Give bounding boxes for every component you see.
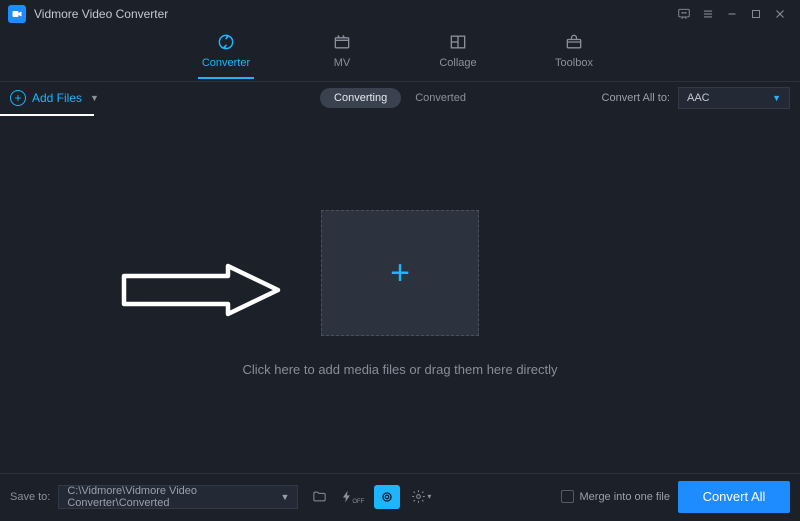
add-files-button[interactable]: + Add Files ▼ <box>10 90 99 106</box>
subtabs: Converting Converted <box>320 88 480 108</box>
chevron-down-icon: ▼ <box>90 93 99 103</box>
titlebar: Vidmore Video Converter <box>0 0 800 28</box>
high-speed-button[interactable] <box>374 485 400 509</box>
footer: Save to: C:\Vidmore\Vidmore Video Conver… <box>0 473 800 519</box>
main-canvas: + Click here to add media files or drag … <box>0 114 800 473</box>
subtab-converting[interactable]: Converting <box>320 88 401 108</box>
menu-button[interactable] <box>696 2 720 26</box>
convert-all-to-label: Convert All to: <box>602 92 670 104</box>
settings-button[interactable]: ▾ <box>408 485 434 509</box>
add-files-label: Add Files <box>32 91 82 105</box>
tab-mv[interactable]: MV <box>312 32 372 77</box>
feedback-button[interactable] <box>672 2 696 26</box>
subbar: + Add Files ▼ Converting Converted Conve… <box>0 82 800 114</box>
save-path-value: C:\Vidmore\Vidmore Video Converter\Conve… <box>67 485 280 509</box>
converter-icon <box>216 32 236 52</box>
app-logo <box>8 5 26 23</box>
merge-checkbox[interactable]: Merge into one file <box>561 490 671 503</box>
save-path-select[interactable]: C:\Vidmore\Vidmore Video Converter\Conve… <box>58 485 298 509</box>
tab-converter[interactable]: Converter <box>196 32 256 77</box>
tab-label: Converter <box>202 57 250 69</box>
main-tabs: Converter MV Collage Toolbox <box>0 28 800 82</box>
dropzone[interactable]: + <box>321 210 479 336</box>
dropzone-hint: Click here to add media files or drag th… <box>242 362 557 377</box>
mv-icon <box>332 32 352 52</box>
plus-icon: + <box>390 254 410 293</box>
save-to-label: Save to: <box>10 491 50 503</box>
video-icon <box>11 8 23 20</box>
tab-label: Collage <box>439 57 476 69</box>
format-value: AAC <box>687 92 710 104</box>
annotation-arrow <box>118 260 288 320</box>
tab-collage[interactable]: Collage <box>428 32 488 77</box>
app-title: Vidmore Video Converter <box>34 7 168 21</box>
chevron-down-icon: ▼ <box>280 492 289 502</box>
convert-all-to: Convert All to: AAC ▼ <box>602 87 790 109</box>
format-select[interactable]: AAC ▼ <box>678 87 790 109</box>
collage-icon <box>448 32 468 52</box>
maximize-button[interactable] <box>744 2 768 26</box>
tab-toolbox[interactable]: Toolbox <box>544 32 604 77</box>
close-button[interactable] <box>768 2 792 26</box>
subtab-converted[interactable]: Converted <box>401 88 480 108</box>
toolbox-icon <box>564 32 584 52</box>
checkbox-icon <box>561 490 574 503</box>
plus-circle-icon: + <box>10 90 26 106</box>
merge-label: Merge into one file <box>580 491 671 503</box>
chevron-down-icon: ▼ <box>772 93 781 103</box>
open-folder-button[interactable] <box>306 485 332 509</box>
tab-label: MV <box>334 57 351 69</box>
tab-label: Toolbox <box>555 57 593 69</box>
gpu-accel-button[interactable]: OFF <box>340 485 366 509</box>
minimize-button[interactable] <box>720 2 744 26</box>
convert-all-button[interactable]: Convert All <box>678 481 790 513</box>
